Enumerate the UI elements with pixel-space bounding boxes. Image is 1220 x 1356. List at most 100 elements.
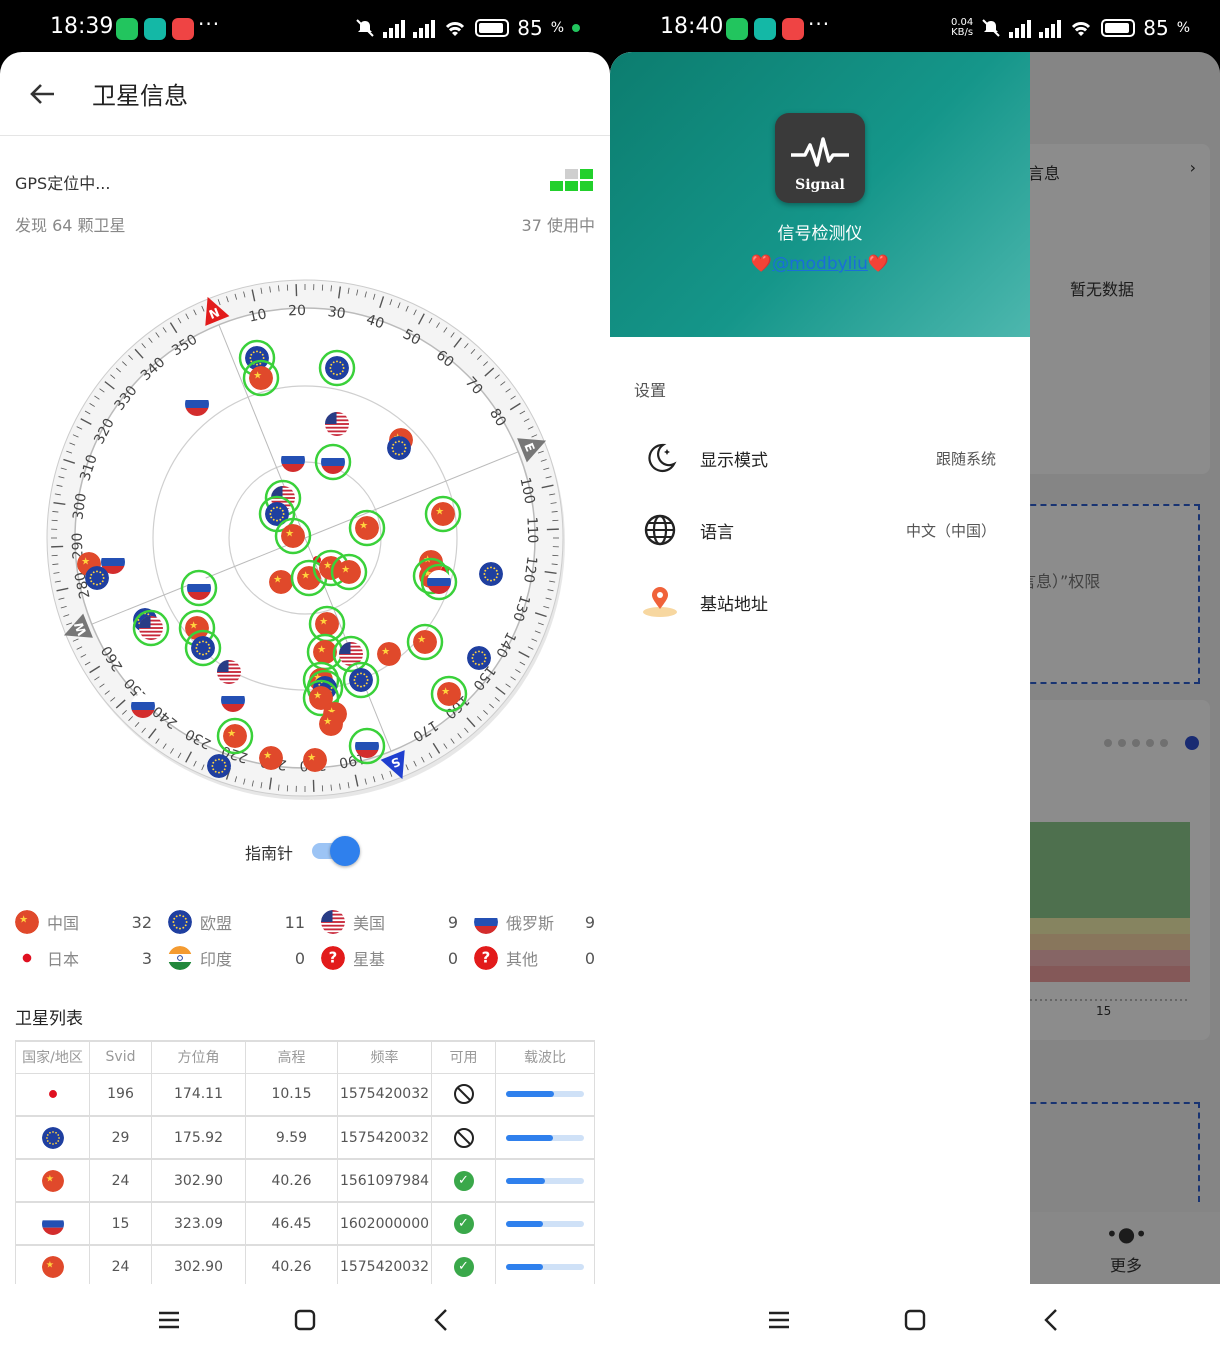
cn-satellite[interactable]: ★ [315,612,339,636]
us-flag-icon [321,910,345,934]
column-header: 载波比 [495,1040,595,1074]
back-nav-icon[interactable] [1038,1307,1064,1333]
azimuth-cell: 174.11 [151,1073,246,1117]
table-row[interactable]: ★ 24 302.90 40.26 1561097984 ✓ [15,1159,595,1203]
svg-text:★: ★ [417,635,426,646]
satellite-table: 国家/地区 Svid 方位角 高程 频率 可用 载波比 196 174.11 10.15 1575… [15,1040,595,1284]
base-station-label: 基站地址 [700,594,768,615]
frequency-cell: 1561097984 [337,1159,432,1203]
ru-satellite[interactable] [187,576,211,600]
eu-satellite[interactable] [191,636,215,660]
back-arrow-icon[interactable] [28,80,56,108]
cn-satellite[interactable]: ★ [355,516,379,540]
game-app-icon [172,18,194,40]
eu-satellite[interactable] [387,436,411,460]
cn-satellite[interactable]: ★ [223,724,247,748]
ru-satellite[interactable] [221,688,245,712]
svg-text:★: ★ [81,557,90,568]
display-mode-item[interactable]: 显示模式 跟随系统 [610,422,1030,494]
country-cell: ★ [15,1245,90,1284]
table-row[interactable]: ★ 24 302.90 40.26 1575420032 ✓ [15,1245,595,1284]
status-right: 0.04 KB/s 85% [950,16,1190,40]
app-name: 信号检测仪 [777,224,863,244]
blocked-icon [453,1127,474,1148]
charging-dot [572,24,580,32]
compass-toggle[interactable] [312,836,360,866]
network-speed: 0.04 KB/s [950,17,974,38]
cn-satellite[interactable]: ★ [249,366,273,390]
browser-app-icon [144,18,166,40]
svg-text:★: ★ [323,717,332,728]
base-station-item[interactable]: 基站地址 [610,566,1030,638]
game-app-icon [782,18,804,40]
q-flag-icon: ? [474,946,498,970]
cn-satellite[interactable]: ★ [437,682,461,706]
us-satellite[interactable] [325,412,349,436]
ru-satellite[interactable] [131,694,155,718]
svg-text:★: ★ [273,575,282,586]
svg-text:★: ★ [307,753,316,764]
table-row[interactable]: 196 174.11 10.15 1575420032 [15,1073,595,1117]
language-item[interactable]: 语言 中文（中国） [610,494,1030,566]
eu-flag-icon [168,910,192,934]
cn-satellite[interactable]: ★ [413,630,437,654]
legend-count: 0 [584,948,595,968]
eu-satellite[interactable] [479,562,503,586]
eu-satellite[interactable] [467,646,491,670]
eu-satellite[interactable] [349,668,373,692]
menu-nav-icon[interactable] [156,1307,182,1333]
legend-count: 9 [584,912,595,932]
eu-satellite[interactable] [325,356,349,380]
table-row[interactable]: 29 175.92 9.59 1575420032 [15,1116,595,1160]
check-icon: ✓ [453,1170,474,1191]
cn-ratio-cell [495,1116,595,1160]
sky-plot-compass: 10 20 30 40 50 60 70 80 100 110 120 130 140 150 160 170… [43,272,567,804]
ru-satellite[interactable] [355,734,379,758]
ru-satellite[interactable] [281,448,305,472]
us-satellite[interactable] [217,660,241,684]
eu-satellite[interactable] [207,754,231,778]
cn-satellite[interactable]: ★ [269,570,293,594]
cn-flag-icon: ★ [41,1255,64,1278]
legend-name: 俄罗斯 [506,914,555,933]
back-nav-icon[interactable] [428,1307,454,1333]
status-time: 18:40 [660,14,724,39]
svg-text:★: ★ [341,565,350,576]
cn-satellite[interactable]: ★ [303,748,327,772]
home-nav-icon[interactable] [902,1307,928,1333]
status-bar: 18:40 ··· 0.04 KB/s 85% [610,0,1220,56]
us-satellite[interactable] [139,616,163,640]
battery-level: 85 [517,16,543,40]
cn-satellite[interactable]: ★ [431,502,455,526]
cn-satellite[interactable]: ★ [377,642,401,666]
legend-name: 日本 [47,950,80,969]
battery-icon [475,19,510,37]
svg-text:★: ★ [441,687,450,698]
status-bar: 18:39 ··· 85% [0,0,610,56]
cn-ratio-cell [495,1159,595,1203]
compass-toggle-label: 指南针 [245,844,294,863]
cn-satellite[interactable]: ★ [259,746,283,770]
menu-nav-icon[interactable] [766,1307,792,1333]
country-cell [15,1202,90,1246]
table-row[interactable]: 15 323.09 46.45 1602000000 ✓ [15,1202,595,1246]
home-nav-icon[interactable] [292,1307,318,1333]
cn-satellite[interactable]: ★ [337,560,361,584]
ru-satellite[interactable] [321,450,345,474]
cn-satellite[interactable]: ★ [281,524,305,548]
legend-item: 美国 9 [321,910,474,934]
ru-satellite[interactable] [427,570,451,594]
notification-icons [116,18,194,40]
cn-satellite[interactable]: ★ [319,712,343,736]
cn-ratio-cell [495,1245,595,1284]
author-link[interactable]: @modbyliu [772,254,868,274]
cn-ratio-bar [506,1220,584,1227]
column-header: Svid [89,1040,152,1074]
eu-satellite[interactable] [85,566,109,590]
azimuth-cell: 175.92 [151,1116,246,1160]
page-title: 卫星信息 [92,82,188,110]
ru-satellite[interactable] [185,392,209,416]
q-flag-icon: ? [321,946,345,970]
eu-satellite[interactable] [265,502,289,526]
status-time: 18:39 [50,14,114,39]
